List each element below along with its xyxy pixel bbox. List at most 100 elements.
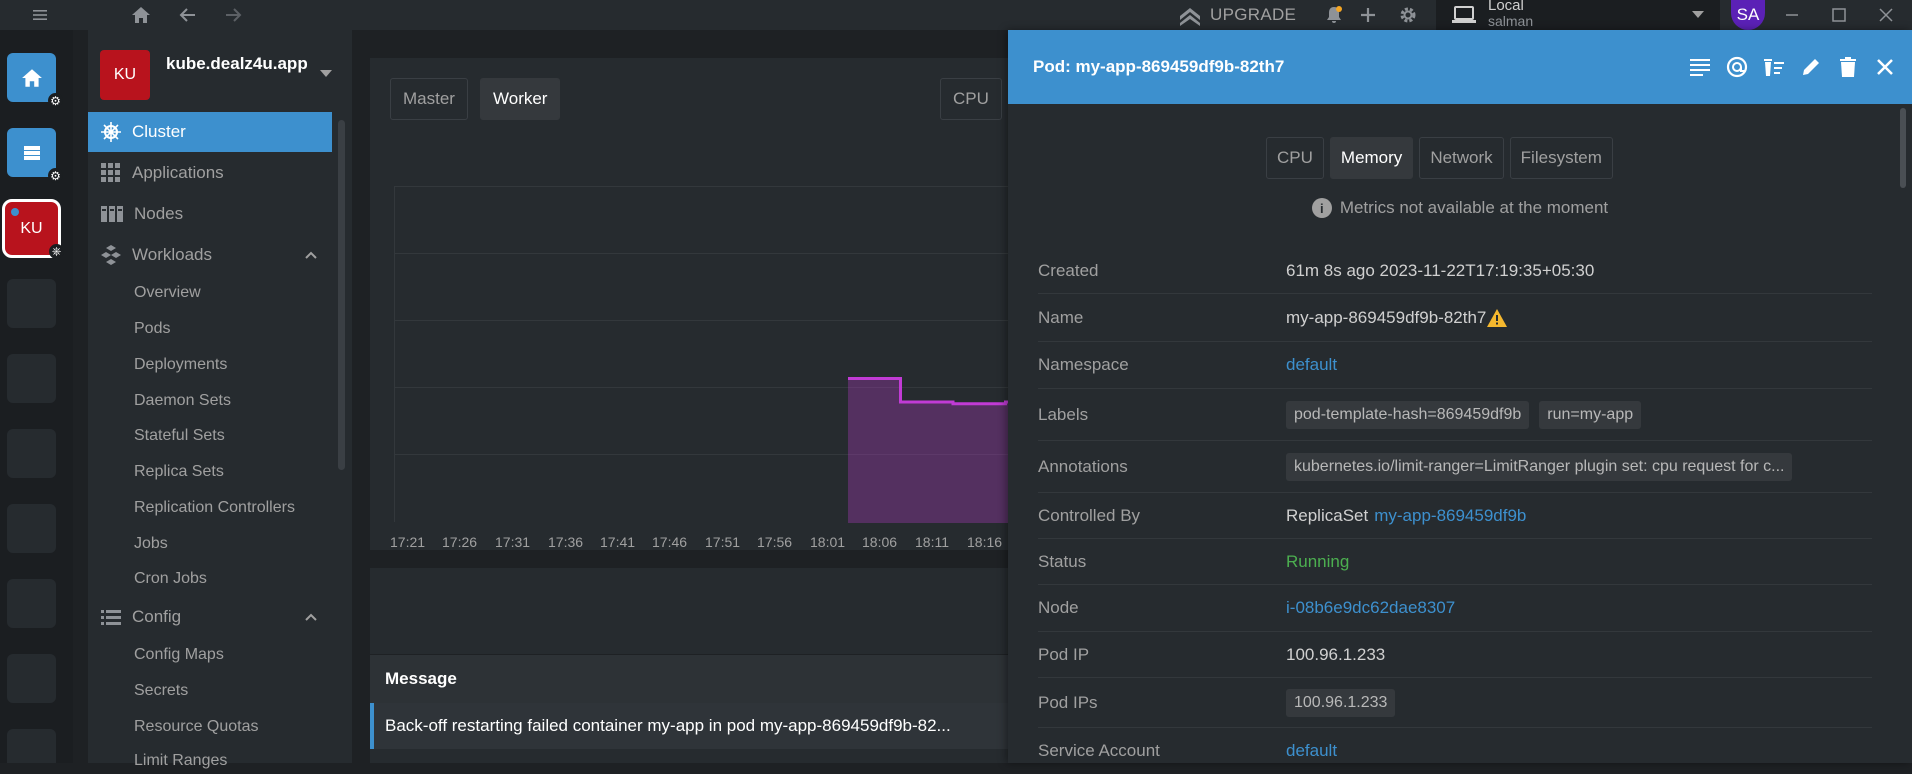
sidebar-sub-pods[interactable]: Pods [134,320,170,338]
menu-icon[interactable] [26,0,54,30]
detail-value: pod-template-hash=869459df9b run=my-app [1286,400,1872,429]
sidebar-sub-config-maps[interactable]: Config Maps [134,646,224,664]
user-avatar[interactable]: SA [1731,0,1765,30]
maximize-icon[interactable] [1828,0,1850,30]
x-tick: 18:06 [862,534,898,550]
sidebar-sub-replication-controllers[interactable]: Replication Controllers [134,499,295,517]
tab-filesystem[interactable]: Filesystem [1509,137,1613,179]
gear-icon: ⚙ [48,168,63,183]
bell-icon[interactable] [1321,0,1347,30]
sidebar-item-workloads[interactable]: Workloads [88,235,332,275]
evict-icon[interactable] [1762,56,1785,79]
detail-key: Labels [1038,404,1089,424]
tab-worker[interactable]: Worker [480,78,561,120]
sidebar-sub-deployments[interactable]: Deployments [134,356,227,374]
hotbar-home[interactable]: ⚙ [7,53,63,108]
sidebar-sub-replica-sets[interactable]: Replica Sets [134,463,224,481]
controller-kind: ReplicaSet [1286,505,1369,525]
back-arrow-icon[interactable] [175,0,201,30]
detail-row-annotations: Annotations kubernetes.io/limit-ranger=L… [1038,441,1872,493]
grid-icon [101,163,120,182]
hotbar-empty-slot[interactable] [7,729,56,763]
context-name: Local [1488,0,1524,14]
sidebar-sub-jobs[interactable]: Jobs [134,535,168,553]
hotbar-empty-slot[interactable] [7,654,56,703]
close-icon[interactable] [1873,56,1896,79]
x-tick: 17:56 [757,534,793,550]
x-tick: 17:31 [495,534,531,550]
x-tick: 17:21 [390,534,426,550]
hotbar-cluster[interactable]: KU ⎈ [2,199,64,259]
metric-tabs: CPU Memory Network Filesystem [1266,137,1613,179]
chevrons-up-icon [1180,8,1200,26]
sidebar-sub-overview[interactable]: Overview [134,284,201,302]
service-account-link[interactable]: default [1286,741,1337,761]
tab-master[interactable]: Master [390,78,468,120]
edit-icon[interactable] [1799,56,1822,79]
forward-arrow-icon[interactable] [220,0,246,30]
node-link[interactable]: i-08b6e9dc62dae8307 [1286,598,1455,618]
sidebar-scrollbar[interactable] [338,120,345,470]
x-tick: 17:26 [442,534,478,550]
logs-icon[interactable] [1688,56,1711,79]
hotbar-catalog[interactable]: ⚙ [7,128,63,183]
home-icon[interactable] [128,0,154,30]
chevron-down-icon [1692,11,1704,18]
upgrade-button[interactable]: UPGRADE [1178,0,1296,30]
laptop-icon [1452,6,1476,23]
sidebar-sub-secrets[interactable]: Secrets [134,682,188,700]
detail-value: 61m 8s ago 2023-11-22T17:19:35+05:30 [1286,260,1595,280]
detail-row-pod-ip: Pod IP 100.96.1.233 [1038,632,1872,678]
hotbar-empty-slot[interactable] [7,504,56,553]
add-icon[interactable] [1355,0,1381,30]
helm-icon: ⎈ [49,244,64,259]
sidebar-sub-daemon-sets[interactable]: Daemon Sets [134,392,231,410]
close-window-icon[interactable] [1875,0,1897,30]
detail-value: ReplicaSet my-app-869459df9b [1286,506,1872,526]
sidebar-sub-resource-quotas[interactable]: Resource Quotas [134,718,259,736]
sidebar-item-nodes[interactable]: Nodes [88,194,332,234]
drawer-scrollbar[interactable] [1900,108,1906,188]
x-tick: 17:36 [548,534,584,550]
sidebar-item-label: Config [132,607,182,626]
sidebar-item-applications[interactable]: Applications [88,153,332,193]
hotbar-empty-slot[interactable] [7,429,56,478]
gear-icon: ⚙ [48,93,63,108]
sidebar: KU kube.dealz4u.app Cluster Applications… [88,30,352,769]
context-selector[interactable]: Local salman [1436,0,1720,30]
namespace-link[interactable]: default [1286,355,1337,375]
sidebar-sub-stateful-sets[interactable]: Stateful Sets [134,427,225,445]
detail-key: Node [1038,598,1079,617]
home-icon [21,68,42,87]
detail-value: my-app-869459df9b-82th7 [1286,308,1872,328]
tab-memory[interactable]: Memory [1329,137,1414,179]
sidebar-sub-limit-ranges[interactable]: Limit Ranges [134,752,227,770]
minimize-icon[interactable] [1781,0,1803,30]
sidebar-item-cluster[interactable]: Cluster [88,112,332,152]
hotbar-empty-slot[interactable] [7,279,56,328]
controller-link[interactable]: my-app-869459df9b [1374,506,1526,526]
tab-network[interactable]: Network [1419,137,1504,179]
label-chip: run=my-app [1539,400,1642,429]
x-tick: 18:11 [915,534,949,550]
cluster-badge: KU [20,219,43,237]
sidebar-sub-cron-jobs[interactable]: Cron Jobs [134,570,207,588]
memory-chart [394,186,1031,523]
event-row[interactable]: Back-off restarting failed container my-… [370,703,1030,749]
sidebar-item-config[interactable]: Config [88,597,332,637]
events-header[interactable]: Message [370,655,1030,703]
cluster-header[interactable]: KU kube.dealz4u.app [88,42,352,108]
hotbar-empty-slot[interactable] [7,579,56,628]
warning-icon[interactable] [1486,308,1508,328]
tab-cpu[interactable]: CPU [1266,137,1324,179]
detail-row-created: Created 61m 8s ago 2023-11-22T17:19:35+0… [1038,248,1872,294]
detail-value: 100.96.1.233 [1286,688,1872,717]
hotbar-empty-slot[interactable] [7,354,56,403]
tab-cpu[interactable]: CPU [940,78,1002,120]
nodes-icon [101,206,123,222]
sidebar-item-label: Applications [132,163,224,182]
attach-icon[interactable] [1725,56,1748,79]
gear-icon[interactable] [1395,0,1421,30]
detail-row-status: Status Running [1038,539,1872,585]
delete-icon[interactable] [1836,56,1859,79]
